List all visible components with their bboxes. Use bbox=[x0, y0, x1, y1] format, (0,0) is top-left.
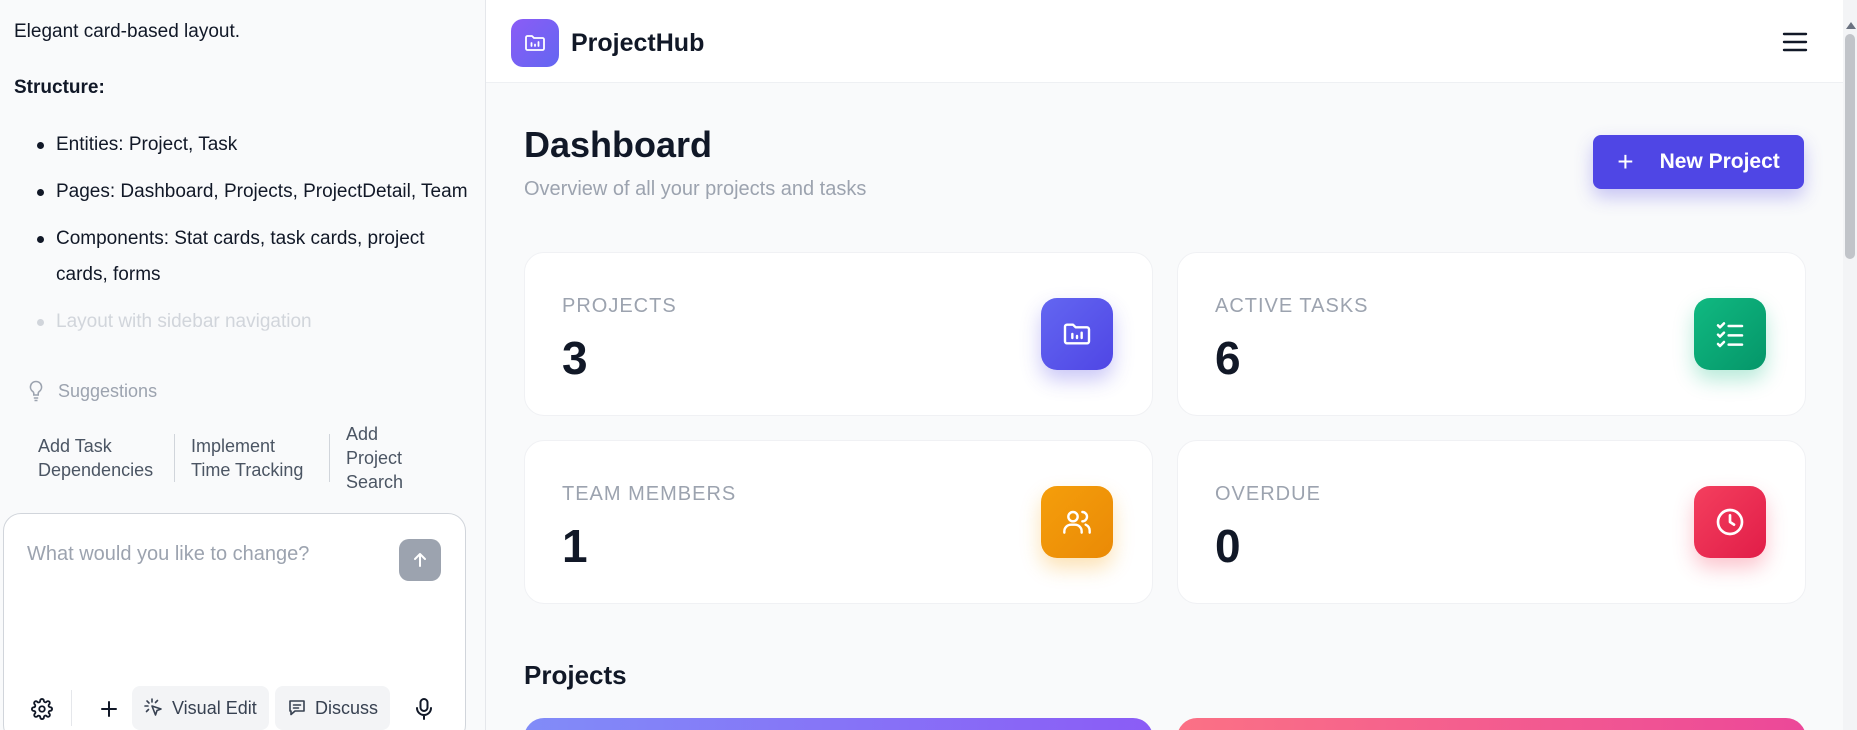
list-item: Entities: Project, Task bbox=[14, 127, 471, 163]
folder-chart-icon bbox=[1041, 298, 1113, 370]
users-icon bbox=[1041, 486, 1113, 558]
assistant-message: Elegant card-based layout. Structure: En… bbox=[0, 0, 485, 340]
discuss-button[interactable]: Discuss bbox=[275, 686, 391, 730]
structure-list: Entities: Project, Task Pages: Dashboard… bbox=[14, 127, 471, 340]
stat-card-overdue: OVERDUE 0 bbox=[1177, 440, 1806, 604]
visual-edit-label: Visual Edit bbox=[172, 697, 257, 718]
arrow-up-icon bbox=[414, 553, 426, 567]
top-navbar: ProjectHub bbox=[486, 0, 1843, 83]
scrollbar[interactable] bbox=[1843, 0, 1857, 730]
structure-heading: Structure: bbox=[14, 77, 105, 98]
stat-card-team-members: TEAM MEMBERS 1 bbox=[524, 440, 1153, 604]
stat-label: TEAM MEMBERS bbox=[562, 483, 737, 505]
project-card[interactable] bbox=[1177, 718, 1806, 730]
microphone-icon bbox=[416, 698, 432, 720]
message-intro: Elegant card-based layout. bbox=[14, 21, 241, 42]
plus-icon: + bbox=[1617, 146, 1634, 177]
fade-overlay bbox=[0, 330, 485, 370]
suggestion-add-task-dependencies[interactable]: Add Task Dependencies bbox=[22, 434, 175, 482]
chat-panel: Elegant card-based layout. Structure: En… bbox=[0, 0, 486, 730]
settings-button[interactable] bbox=[25, 692, 59, 726]
stat-label: OVERDUE bbox=[1215, 483, 1321, 505]
stat-value: 6 bbox=[1215, 332, 1241, 384]
add-attachment-button[interactable] bbox=[92, 692, 126, 726]
stat-card-active-tasks: ACTIVE TASKS 6 bbox=[1177, 252, 1806, 416]
send-button[interactable] bbox=[399, 539, 441, 581]
suggestions-label: Suggestions bbox=[58, 380, 158, 401]
checklist-icon bbox=[1694, 298, 1766, 370]
scroll-up-arrow[interactable] bbox=[1846, 22, 1856, 29]
cursor-click-icon bbox=[144, 698, 162, 716]
chat-bubble-icon bbox=[289, 700, 305, 716]
lightbulb-icon bbox=[29, 380, 43, 402]
app-logo[interactable] bbox=[511, 19, 559, 67]
project-card[interactable] bbox=[524, 718, 1153, 730]
stat-label: PROJECTS bbox=[562, 295, 677, 317]
suggestions-header: Suggestions bbox=[28, 380, 157, 402]
list-item: Pages: Dashboard, Projects, ProjectDetai… bbox=[14, 174, 471, 210]
suggestions-row: Add Task Dependencies Implement Time Tra… bbox=[22, 422, 440, 494]
suggestion-add-project-search[interactable]: Add Project Search bbox=[330, 422, 440, 494]
composer-toolbar: Visual Edit Discuss bbox=[4, 686, 467, 730]
discuss-label: Discuss bbox=[315, 697, 379, 718]
app-preview: ProjectHub Dashboard Overview of all you… bbox=[486, 0, 1843, 730]
stat-label: ACTIVE TASKS bbox=[1215, 295, 1369, 317]
visual-edit-button[interactable]: Visual Edit bbox=[132, 686, 269, 730]
clock-icon bbox=[1694, 486, 1766, 558]
app-brand[interactable]: ProjectHub bbox=[571, 29, 704, 58]
suggestion-implement-time-tracking[interactable]: Implement Time Tracking bbox=[175, 434, 330, 482]
projects-heading: Projects bbox=[524, 660, 627, 690]
plus-icon bbox=[101, 701, 117, 717]
page-subtitle: Overview of all your projects and tasks bbox=[524, 178, 867, 200]
new-project-button[interactable]: + New Project bbox=[1593, 135, 1804, 189]
scroll-thumb[interactable] bbox=[1845, 34, 1855, 259]
folder-chart-icon bbox=[525, 35, 545, 51]
stat-value: 0 bbox=[1215, 520, 1241, 572]
stat-value: 1 bbox=[562, 520, 588, 572]
gear-icon bbox=[31, 698, 53, 720]
stat-card-projects: PROJECTS 3 bbox=[524, 252, 1153, 416]
menu-button[interactable] bbox=[1781, 30, 1809, 54]
list-item: Components: Stat cards, task cards, proj… bbox=[14, 221, 471, 293]
chat-input[interactable]: What would you like to change? bbox=[27, 543, 309, 566]
toolbar-divider bbox=[71, 690, 72, 726]
chat-composer[interactable]: What would you like to change? Visual Ed… bbox=[3, 513, 466, 730]
microphone-button[interactable] bbox=[407, 692, 441, 726]
stat-value: 3 bbox=[562, 332, 588, 384]
page-title: Dashboard bbox=[524, 124, 713, 165]
new-project-label: New Project bbox=[1659, 150, 1780, 173]
hamburger-menu-icon bbox=[1782, 32, 1808, 52]
